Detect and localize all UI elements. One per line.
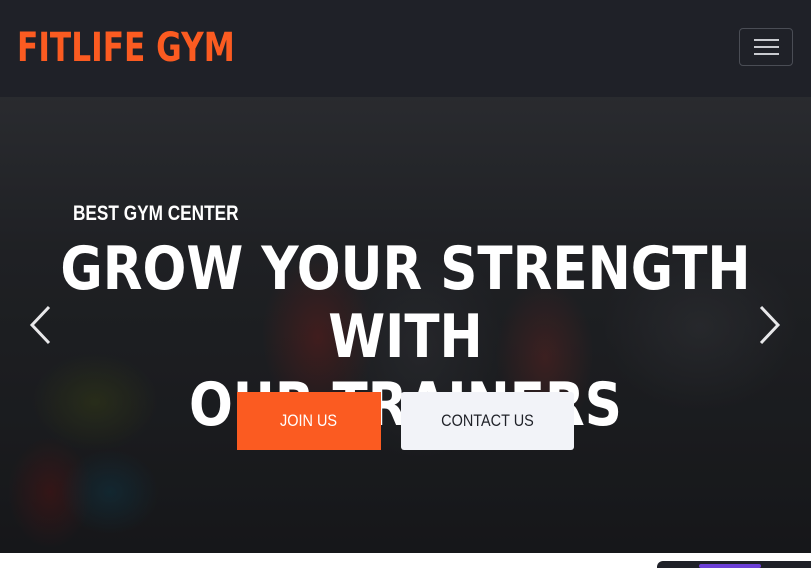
chat-widget[interactable] <box>657 561 811 568</box>
join-us-label: JOIN US <box>280 411 338 430</box>
hero-subtitle: BEST GYM CENTER <box>72 202 239 225</box>
contact-us-label: CONTACT US <box>441 411 534 430</box>
hero-carousel: BEST GYM CENTER GROW YOUR STRENGTH WITH … <box>0 97 811 553</box>
brand-logo[interactable]: FITLIFE GYM <box>17 22 235 74</box>
join-us-button[interactable]: JOIN US <box>237 392 381 450</box>
chevron-right-icon <box>759 305 781 345</box>
navbar-toggler-button[interactable] <box>739 28 793 66</box>
hamburger-menu-icon-line <box>754 53 779 55</box>
chat-widget-accent <box>699 564 761 568</box>
hero-title-line1: GROW YOUR STRENGTH WITH <box>60 234 751 372</box>
carousel-next-button[interactable] <box>750 297 790 353</box>
contact-us-button[interactable]: CONTACT US <box>401 392 574 450</box>
navbar: FITLIFE GYM <box>0 0 811 97</box>
hamburger-menu-icon-line <box>754 46 779 48</box>
hamburger-menu-icon-line <box>754 39 779 41</box>
